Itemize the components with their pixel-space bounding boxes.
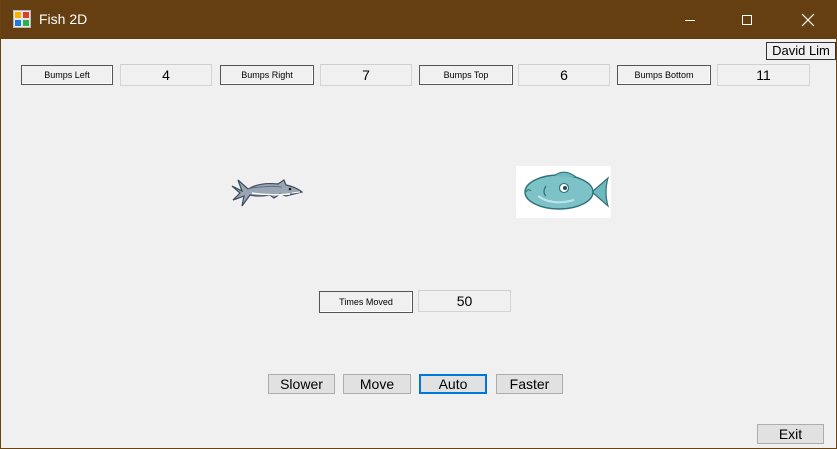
maximize-button[interactable] <box>724 0 770 39</box>
bumps-right-label: Bumps Right <box>220 65 314 85</box>
times-moved-label: Times Moved <box>319 291 413 313</box>
app-icon[interactable] <box>13 10 31 28</box>
bumps-right-value: 7 <box>320 64 412 86</box>
move-button[interactable]: Move <box>343 374 411 394</box>
slower-button[interactable]: Slower <box>268 374 335 394</box>
bumps-top-value: 6 <box>518 64 610 86</box>
fish-sprite-box <box>516 166 611 218</box>
bumps-bottom-label: Bumps Bottom <box>617 65 711 85</box>
minimize-button[interactable] <box>667 0 713 39</box>
close-icon <box>801 13 815 26</box>
window-title: Fish 2D <box>39 11 88 27</box>
bumps-left-label: Bumps Left <box>21 65 113 85</box>
author-label: David Lim <box>766 42 836 60</box>
minimize-icon <box>685 19 695 21</box>
app-window: Fish 2D David Lim Bumps Left 4 Bumps Rig… <box>0 0 837 449</box>
shark-image <box>231 179 304 207</box>
maximize-icon <box>742 14 752 25</box>
faster-button[interactable]: Faster <box>496 374 563 394</box>
close-button[interactable] <box>785 0 831 39</box>
times-moved-value: 50 <box>418 290 511 312</box>
auto-button[interactable]: Auto <box>419 374 487 394</box>
exit-button[interactable]: Exit <box>757 424 824 444</box>
bumps-left-value: 4 <box>120 64 212 86</box>
bumps-top-label: Bumps Top <box>419 65 513 85</box>
bumps-bottom-value: 11 <box>717 64 810 86</box>
fish-image <box>524 171 610 210</box>
title-bar[interactable]: Fish 2D <box>1 0 837 39</box>
